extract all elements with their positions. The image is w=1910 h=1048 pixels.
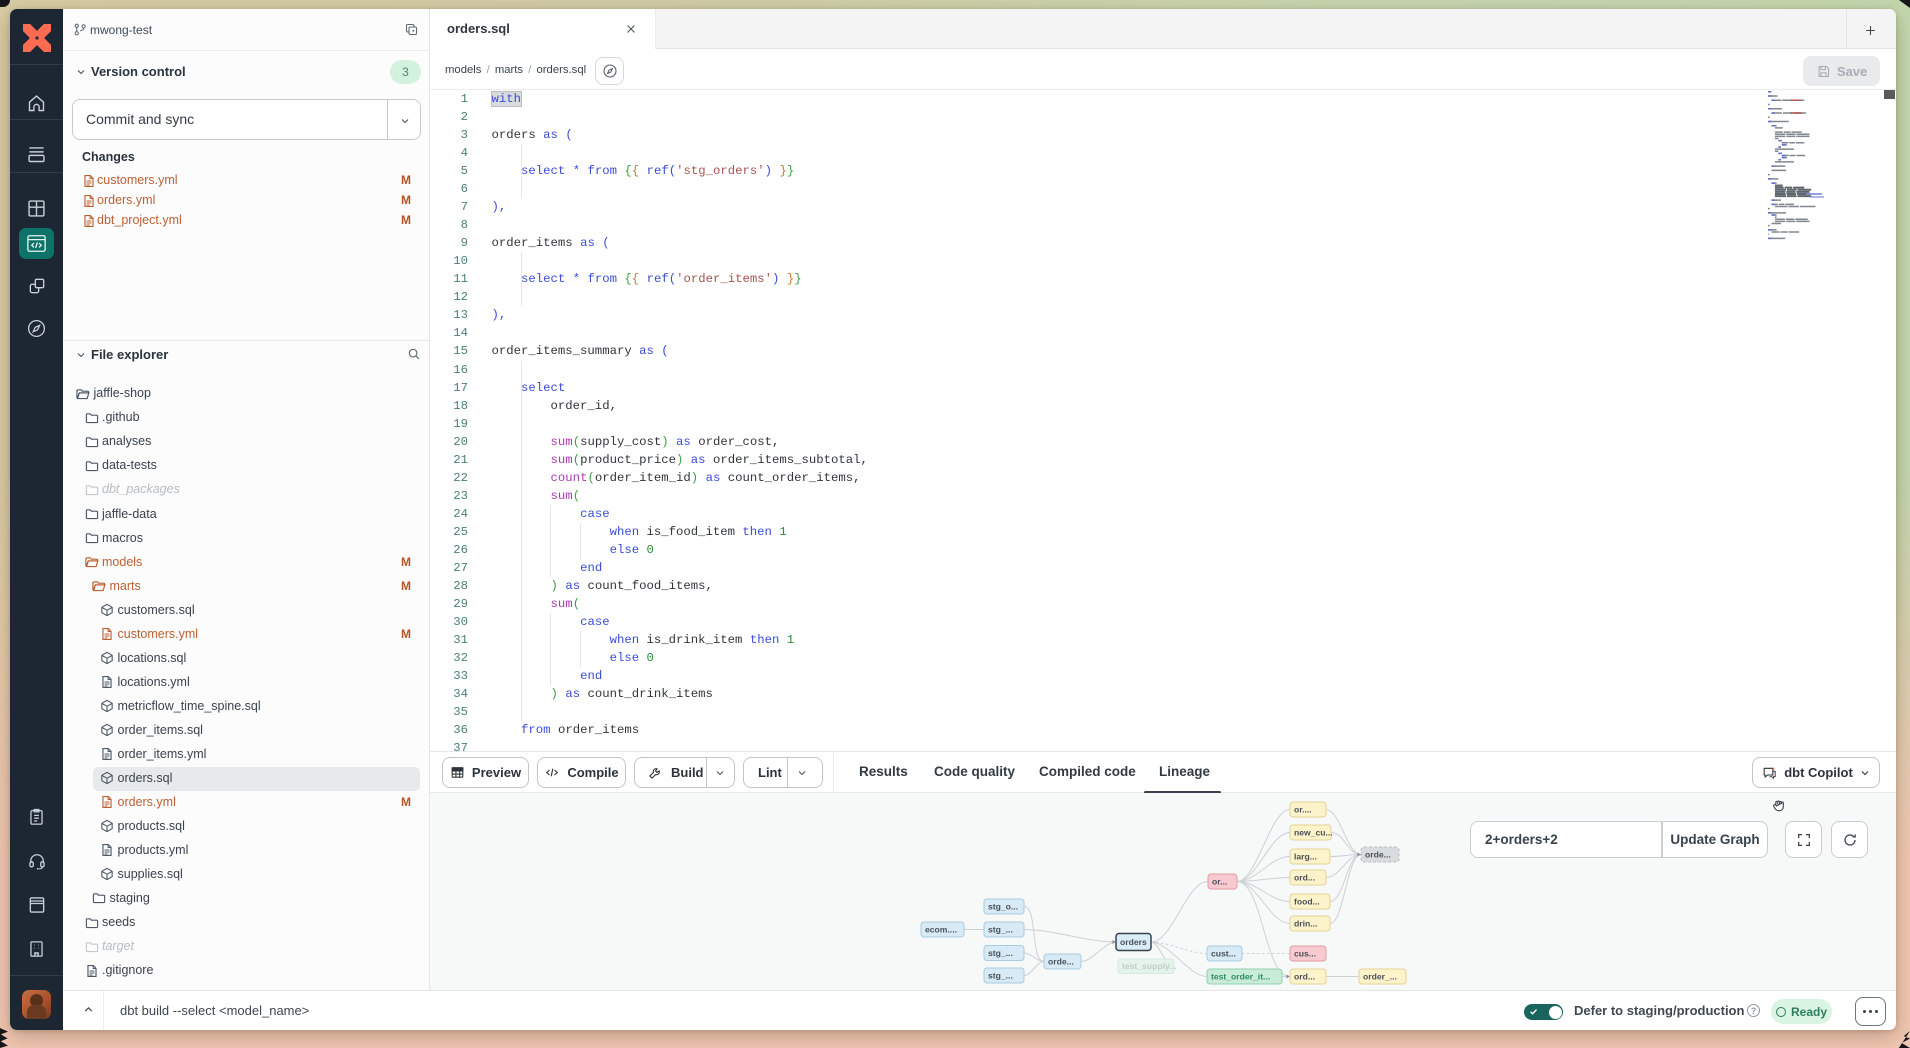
svg-text:stg_...: stg_... (988, 925, 1013, 935)
svg-text:ord...: ord... (1294, 972, 1315, 982)
svg-text:food...: food... (1294, 897, 1320, 907)
svg-text:test_supply...: test_supply... (1122, 961, 1176, 971)
svg-text:larg...: larg... (1294, 852, 1317, 862)
svg-text:cus...: cus... (1294, 949, 1316, 959)
svg-text:test_order_it...: test_order_it... (1211, 972, 1270, 982)
svg-text:orders: orders (1120, 937, 1147, 947)
svg-text:ord...: ord... (1294, 873, 1315, 883)
svg-text:new_cu...: new_cu... (1294, 828, 1333, 838)
svg-text:orde...: orde... (1365, 850, 1391, 860)
svg-text:stg_...: stg_... (988, 948, 1013, 958)
svg-text:or...: or... (1212, 877, 1227, 887)
svg-text:orde...: orde... (1048, 957, 1074, 967)
svg-text:order_...: order_... (1363, 972, 1397, 982)
svg-text:or....: or.... (1294, 805, 1312, 815)
svg-text:drin...: drin... (1294, 919, 1317, 929)
svg-text:stg_...: stg_... (988, 971, 1013, 981)
svg-text:ecom....: ecom.... (925, 925, 957, 935)
svg-text:cust...: cust... (1211, 949, 1236, 959)
svg-text:stg_o...: stg_o... (988, 902, 1018, 912)
